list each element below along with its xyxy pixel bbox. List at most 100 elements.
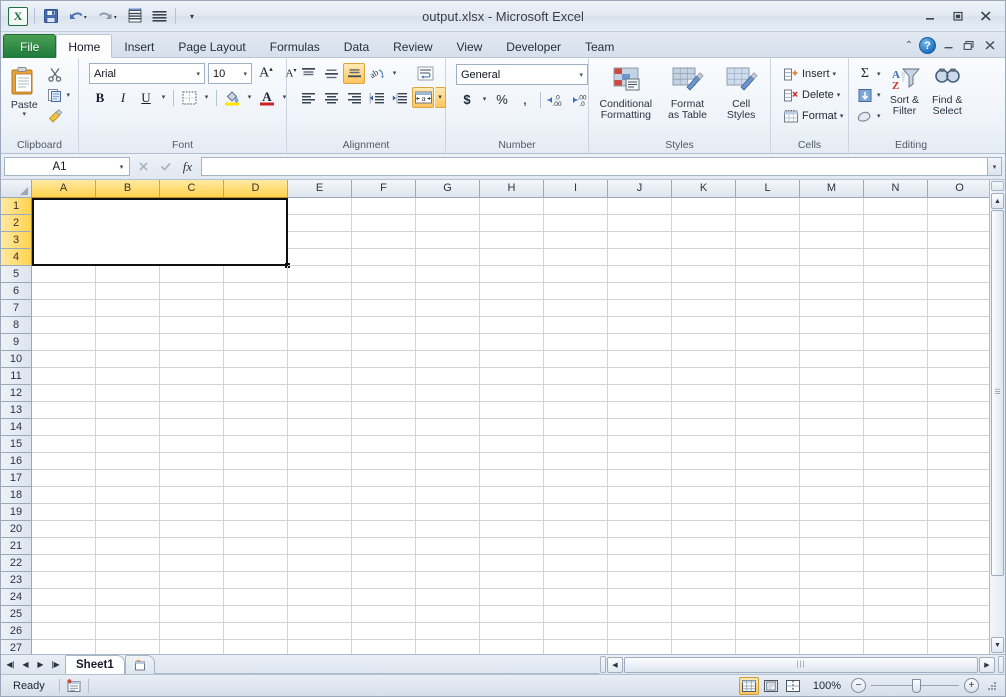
column-header-n[interactable]: N xyxy=(864,180,928,198)
increase-indent-button[interactable] xyxy=(389,87,411,108)
scroll-down-button[interactable]: ▼ xyxy=(991,637,1004,653)
row-header-18[interactable]: 18 xyxy=(1,487,32,504)
previous-sheet-button[interactable]: ◀ xyxy=(18,656,33,673)
column-header-b[interactable]: B xyxy=(96,180,160,198)
fill-button[interactable]: ▾ xyxy=(853,85,884,105)
row-header-21[interactable]: 21 xyxy=(1,538,32,555)
column-header-g[interactable]: G xyxy=(416,180,480,198)
record-macro-button[interactable] xyxy=(64,677,84,694)
bold-button[interactable]: B xyxy=(89,87,111,108)
last-sheet-button[interactable]: |▶ xyxy=(48,656,63,673)
row-header-6[interactable]: 6 xyxy=(1,283,32,300)
zoom-level-label[interactable]: 100% xyxy=(805,680,849,692)
row-header-24[interactable]: 24 xyxy=(1,589,32,606)
normal-view-button[interactable] xyxy=(738,676,759,695)
row-header-13[interactable]: 13 xyxy=(1,402,32,419)
font-size-combo[interactable]: 10 ▾ xyxy=(208,63,252,84)
horizontal-scrollbar[interactable]: ◀ ||| ▶ xyxy=(607,655,997,674)
vertical-split-handle[interactable] xyxy=(991,181,1004,191)
zoom-in-button[interactable]: + xyxy=(964,678,979,693)
column-header-j[interactable]: J xyxy=(608,180,672,198)
find-select-button[interactable]: Find & Select xyxy=(925,64,969,120)
name-box[interactable]: A1 ▾ xyxy=(4,157,130,176)
row-header-27[interactable]: 27 xyxy=(1,640,32,654)
column-header-a[interactable]: A xyxy=(32,180,96,198)
zoom-out-button[interactable]: − xyxy=(851,678,866,693)
italic-button[interactable]: I xyxy=(112,87,134,108)
number-format-combo[interactable]: General ▾ xyxy=(456,64,588,85)
cancel-formula-button[interactable] xyxy=(133,157,154,176)
row-header-9[interactable]: 9 xyxy=(1,334,32,351)
cut-button[interactable] xyxy=(43,64,74,84)
row-header-26[interactable]: 26 xyxy=(1,623,32,640)
save-button[interactable] xyxy=(40,5,62,27)
expand-formula-bar-button[interactable]: ▾ xyxy=(987,157,1002,176)
row-header-22[interactable]: 22 xyxy=(1,555,32,572)
row-header-2[interactable]: 2 xyxy=(1,215,32,232)
format-as-table-button[interactable]: Format as Table xyxy=(660,64,714,124)
customize-qat-button[interactable]: ▾ xyxy=(181,5,203,27)
autosum-button[interactable]: Σ ▾ xyxy=(853,64,884,84)
wrap-text-button[interactable] xyxy=(415,63,437,84)
doc-minimize-button[interactable] xyxy=(939,38,957,53)
tab-page-layout[interactable]: Page Layout xyxy=(166,34,257,58)
scroll-left-button[interactable]: ◀ xyxy=(607,656,623,673)
horizontal-scroll-track[interactable]: ||| xyxy=(624,656,978,673)
borders-button[interactable] xyxy=(178,87,200,108)
tab-team[interactable]: Team xyxy=(573,34,626,58)
copy-button[interactable]: ▾ xyxy=(43,85,74,105)
column-header-i[interactable]: I xyxy=(544,180,608,198)
align-right-button[interactable] xyxy=(343,87,365,108)
column-header-l[interactable]: L xyxy=(736,180,800,198)
name-box-caret-icon[interactable]: ▾ xyxy=(114,163,129,171)
insert-row-button[interactable] xyxy=(124,5,146,27)
increase-decimal-button[interactable]: .0 .00 xyxy=(545,89,569,110)
percent-button[interactable]: % xyxy=(491,89,513,110)
merge-center-button[interactable]: a xyxy=(412,87,434,108)
insert-function-button[interactable]: fx xyxy=(177,157,198,176)
sheet-tab-sheet1[interactable]: Sheet1 xyxy=(65,655,125,674)
vertical-scrollbar[interactable]: ▲ ☰ ▼ xyxy=(989,180,1005,654)
formula-input[interactable] xyxy=(201,157,987,176)
row-header-5[interactable]: 5 xyxy=(1,266,32,283)
first-sheet-button[interactable]: ◀| xyxy=(3,656,18,673)
horizontal-scroll-thumb[interactable]: ||| xyxy=(624,656,978,673)
restore-button[interactable] xyxy=(945,6,971,26)
select-all-button[interactable] xyxy=(1,180,32,198)
column-header-k[interactable]: K xyxy=(672,180,736,198)
excel-logo-button[interactable]: X xyxy=(7,5,29,27)
delete-cells-button[interactable]: Delete ▾ xyxy=(779,85,844,105)
minimize-button[interactable] xyxy=(917,6,943,26)
cell-area[interactable] xyxy=(32,198,989,654)
fill-color-caret[interactable]: ▾ xyxy=(244,87,255,108)
row-header-19[interactable]: 19 xyxy=(1,504,32,521)
conditional-formatting-button[interactable]: Conditional Formatting xyxy=(595,64,657,124)
row-header-1[interactable]: 1 xyxy=(1,198,32,215)
zoom-slider-thumb[interactable] xyxy=(912,678,921,693)
close-button[interactable] xyxy=(973,6,999,26)
row-header-25[interactable]: 25 xyxy=(1,606,32,623)
grow-font-button[interactable]: A▴ xyxy=(255,63,277,84)
vertical-scroll-thumb[interactable]: ☰ xyxy=(991,210,1004,577)
row-header-4[interactable]: 4 xyxy=(1,249,32,266)
tab-view[interactable]: View xyxy=(445,34,495,58)
font-color-button[interactable]: A xyxy=(256,87,278,108)
column-header-m[interactable]: M xyxy=(800,180,864,198)
column-header-h[interactable]: H xyxy=(480,180,544,198)
align-middle-button[interactable] xyxy=(320,63,342,84)
scroll-up-button[interactable]: ▲ xyxy=(991,193,1004,209)
orientation-button[interactable]: ab xyxy=(366,63,388,84)
align-left-button[interactable] xyxy=(297,87,319,108)
paste-button[interactable]: Paste ▾ xyxy=(5,63,43,121)
page-layout-view-button[interactable] xyxy=(761,677,781,695)
enter-formula-button[interactable] xyxy=(155,157,176,176)
currency-caret[interactable]: ▾ xyxy=(479,89,490,110)
orientation-caret[interactable]: ▾ xyxy=(389,63,400,84)
undo-button[interactable] xyxy=(64,5,92,27)
doc-close-button[interactable] xyxy=(981,38,999,53)
row-header-7[interactable]: 7 xyxy=(1,300,32,317)
zoom-slider[interactable] xyxy=(871,678,959,693)
borders-caret[interactable]: ▾ xyxy=(201,87,212,108)
column-header-c[interactable]: C xyxy=(160,180,224,198)
row-header-14[interactable]: 14 xyxy=(1,419,32,436)
